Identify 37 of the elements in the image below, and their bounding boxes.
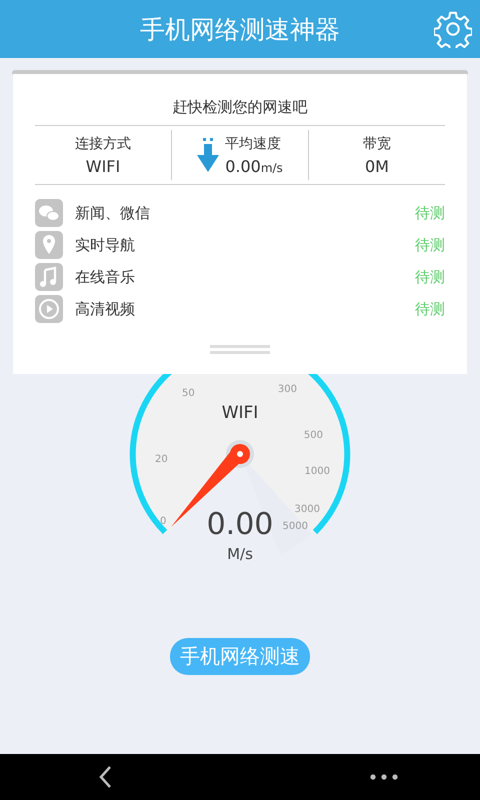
scale-label: 3000 — [294, 504, 320, 515]
stat-label: 平均速度 — [225, 134, 282, 152]
music-note-icon — [35, 263, 63, 291]
download-arrow-icon — [197, 138, 220, 172]
test-status: 待测 — [415, 300, 445, 318]
stat-label: 带宽 — [363, 134, 391, 152]
back-icon[interactable] — [98, 765, 112, 789]
scale-label: 500 — [304, 430, 323, 441]
app-title: 手机网络测速神器 — [140, 14, 340, 46]
speed-unit: M/s — [227, 545, 253, 563]
scale-label: 5000 — [282, 521, 308, 532]
scale-label: 20 — [155, 454, 168, 465]
test-label: 在线音乐 — [75, 268, 136, 286]
drag-handle[interactable] — [210, 345, 270, 354]
test-status: 待测 — [415, 204, 445, 222]
speed-reading: 0.00 — [206, 507, 274, 542]
start-test-button[interactable]: 手机网络测速 — [170, 638, 310, 675]
stat-value: 0.00m/s — [225, 156, 283, 176]
scale-label: 300 — [278, 384, 297, 395]
more-icon[interactable] — [370, 774, 398, 780]
test-label: 实时导航 — [75, 236, 136, 254]
network-label: WIFI — [222, 403, 258, 423]
chat-bubbles-icon — [35, 199, 63, 227]
test-status: 待测 — [415, 236, 445, 254]
location-pin-icon — [35, 231, 63, 259]
stat-value: 0M — [365, 156, 389, 176]
scale-label: 1000 — [304, 466, 330, 477]
settings-icon[interactable] — [434, 10, 472, 48]
scale-label: 50 — [182, 388, 195, 399]
stat-label: 连接方式 — [75, 134, 131, 152]
test-label: 新闻、微信 — [75, 204, 151, 222]
scale-label: 0 — [160, 516, 166, 527]
test-status: 待测 — [415, 268, 445, 286]
play-icon — [35, 295, 63, 323]
prompt-text: 赶快检测您的网速吧 — [172, 97, 308, 118]
test-label: 高清视频 — [75, 300, 136, 318]
stat-value: WIFI — [86, 156, 120, 176]
